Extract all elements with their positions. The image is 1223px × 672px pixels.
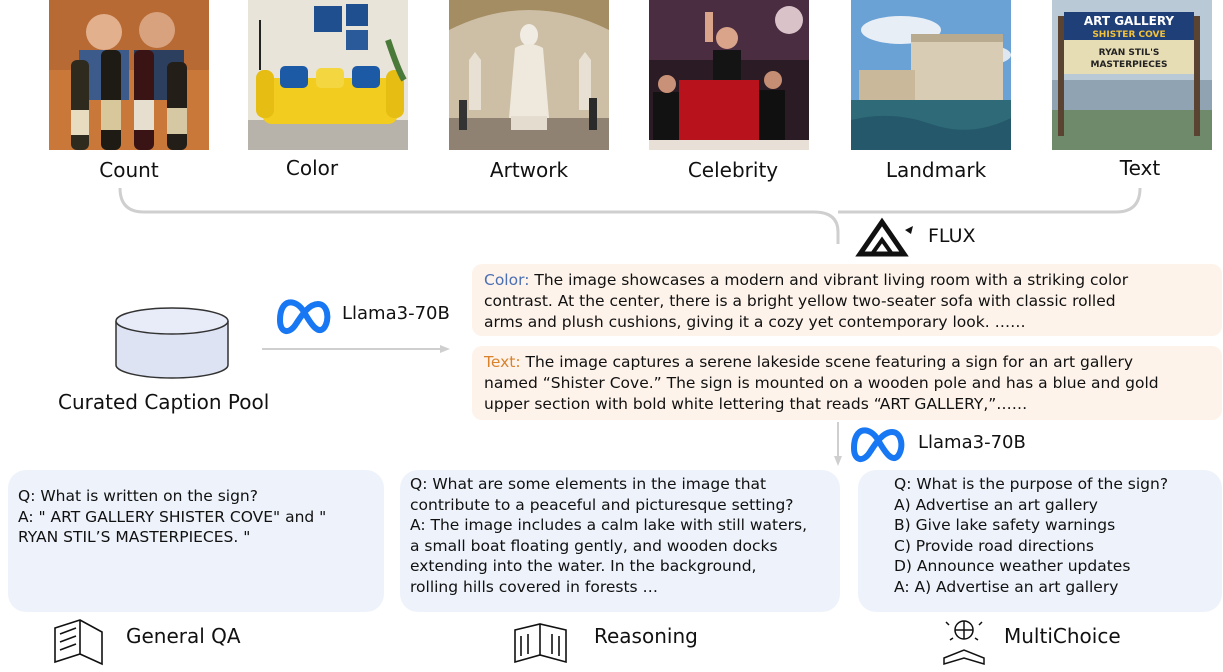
bracket-connector — [118, 187, 840, 244]
reasoning-label: Reasoning — [594, 624, 698, 648]
pool-arrow-head — [440, 345, 450, 353]
reasoning-qa-box: Q: What are some elements in the image t… — [400, 470, 840, 612]
caption-color-line-1: The image showcases a modern and vibrant… — [529, 271, 1129, 289]
database-icon — [115, 307, 229, 379]
general-qa-label: General QA — [126, 624, 241, 648]
general-qa-box: Q: What is written on the sign? A: " ART… — [8, 470, 384, 612]
reasoning-qa-line: extending into the water. In the backgro… — [410, 557, 757, 575]
flux-logo-icon — [855, 217, 913, 257]
down-arrow-head — [834, 456, 842, 466]
multichoice-qa-line: C) Provide road directions — [894, 536, 1094, 555]
llama-label-top: Llama3-70B — [342, 303, 450, 324]
caption-color-line-2: contrast. At the center, there is a brig… — [484, 292, 1116, 310]
caption-color-label: Color: — [484, 271, 530, 289]
meta-logo-icon-2 — [851, 427, 905, 462]
caption-pool-label: Curated Caption Pool — [58, 390, 270, 414]
book-icon — [54, 619, 103, 666]
flux-label: FLUX — [928, 225, 976, 247]
meta-logo-icon — [277, 299, 331, 334]
caption-text-line-2: named “Shister Cove.” The sign is mounte… — [484, 374, 1159, 392]
multichoice-qa-line: B) Give lake safety warnings — [894, 516, 1116, 534]
general-qa-line: Q: What is written on the sign? — [18, 487, 258, 505]
llama-label-bottom: Llama3-70B — [918, 432, 1026, 453]
reasoning-qa-line: Q: What are some elements in the image t… — [410, 475, 767, 493]
caption-text-line-3: upper section with bold white lettering … — [484, 395, 1028, 413]
caption-text-box: Text: The image captures a serene lakesi… — [472, 346, 1222, 420]
open-book-icon — [514, 623, 567, 664]
multichoice-qa-line: D) Announce weather updates — [894, 557, 1131, 575]
reasoning-qa-line: contribute to a peaceful and picturesque… — [410, 495, 794, 514]
multichoice-qa-line: A: A) Advertise an art gallery — [894, 577, 1119, 596]
general-qa-line: A: " ART GALLERY SHISTER COVE" and " — [18, 507, 327, 526]
multichoice-label: MultiChoice — [1004, 624, 1121, 648]
caption-text-label: Text: — [484, 353, 521, 371]
general-qa-line: RYAN STIL’S MASTERPIECES. " — [18, 528, 251, 546]
multichoice-qa-line: Q: What is the purpose of the sign? — [894, 475, 1169, 493]
multichoice-qa-box: Q: What is the purpose of the sign? A) A… — [858, 470, 1222, 612]
bracket-connector-right — [838, 187, 1142, 214]
multichoice-qa-line: A) Advertise an art gallery — [894, 495, 1098, 514]
caption-text-line-1: The image captures a serene lakeside sce… — [520, 353, 1134, 371]
caption-color-line-3: arms and plush cushions, giving it a coz… — [484, 313, 1026, 331]
caption-color-box: Color: The image showcases a modern and … — [472, 264, 1222, 336]
reasoning-qa-line: A: The image includes a calm lake with s… — [410, 516, 808, 534]
reasoning-qa-line: a small boat floating gently, and wooden… — [410, 536, 778, 555]
globe-reading-icon — [943, 620, 985, 666]
reasoning-qa-line: rolling hills covered in forests … — [410, 577, 659, 596]
